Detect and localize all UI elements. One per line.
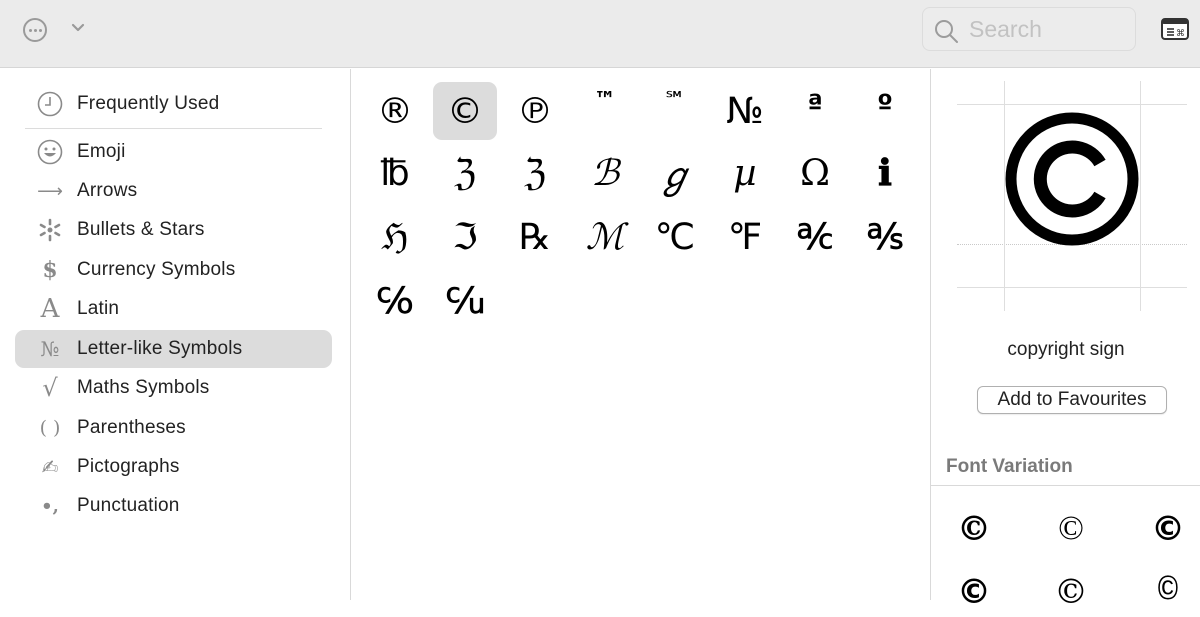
- svg-text:⌘: ⌘: [1176, 29, 1185, 39]
- sidebar-item-label: Latin: [77, 298, 120, 319]
- sidebar-item-pictographs[interactable]: ✍ Pictographs: [15, 448, 332, 486]
- sidebar-item-label: Frequently Used: [77, 93, 220, 114]
- font-variation-cell[interactable]: ©: [1143, 567, 1193, 617]
- sidebar-item-arrows[interactable]: ⟶ Arrows: [15, 172, 332, 210]
- add-to-favourites-button[interactable]: Add to Favourites: [977, 386, 1167, 414]
- ascender-guide: [957, 104, 1187, 105]
- character-cell[interactable]: ℹ: [853, 144, 917, 202]
- search-field[interactable]: [922, 7, 1136, 51]
- sidebar-item-label: Punctuation: [77, 495, 180, 516]
- font-variation-cell[interactable]: ©: [1143, 504, 1193, 554]
- smiley-icon: [37, 139, 63, 165]
- character-cell[interactable]: ℞: [503, 208, 567, 266]
- character-cell[interactable]: ℌ: [363, 208, 427, 266]
- square-root-icon: √: [42, 374, 58, 402]
- search-input[interactable]: [969, 14, 1129, 44]
- character-cell[interactable]: ℨ: [433, 144, 497, 202]
- character-grid: ® © ℗ ™ ℠ № ª º ℔ ℨ ℨ ℬ ℊ µ Ω ℹ ℌ ℑ ℞ ℳ …: [352, 69, 929, 600]
- character-cell[interactable]: ®: [363, 82, 427, 140]
- category-sidebar: Frequently Used Emoji ⟶ Arrows Bullets &…: [0, 69, 351, 600]
- latin-a-icon: A: [40, 294, 60, 324]
- character-cell[interactable]: ℔: [363, 144, 427, 202]
- sidebar-divider: [25, 128, 322, 129]
- character-cell[interactable]: µ: [713, 144, 777, 202]
- font-variation-divider: [931, 485, 1200, 486]
- font-variation-cell[interactable]: ©: [1046, 567, 1096, 617]
- character-cell[interactable]: Ω: [783, 144, 847, 202]
- arrow-right-icon: ⟶: [37, 180, 63, 202]
- asterisk-icon: [37, 217, 63, 243]
- sidebar-item-label: Bullets & Stars: [77, 219, 205, 240]
- sidebar-item-letter-like-symbols[interactable]: № Letter-like Symbols: [15, 330, 332, 368]
- right-bearing-guide: [1140, 81, 1141, 311]
- keyboard-viewer-icon[interactable]: ⌘: [1161, 17, 1189, 41]
- character-cell[interactable]: ™: [573, 82, 637, 140]
- sidebar-item-label: Currency Symbols: [77, 259, 236, 280]
- descender-guide: [957, 287, 1187, 288]
- character-cell[interactable]: ℑ: [433, 208, 497, 266]
- character-cell[interactable]: ℁: [853, 208, 917, 266]
- sidebar-item-label: Letter-like Symbols: [77, 338, 243, 359]
- character-cell[interactable]: №: [713, 82, 777, 140]
- character-cell[interactable]: ℃: [643, 208, 707, 266]
- sidebar-item-frequently-used[interactable]: Frequently Used: [15, 85, 332, 123]
- character-cell[interactable]: º: [853, 82, 917, 140]
- character-name: copyright sign: [1007, 339, 1125, 360]
- writing-hand-icon: ✍: [41, 455, 59, 479]
- toolbar: ⌘: [0, 0, 1200, 68]
- sidebar-item-label: Pictographs: [77, 456, 180, 477]
- character-cell[interactable]: ℠: [643, 82, 707, 140]
- ellipsis-circle-icon[interactable]: [23, 18, 47, 42]
- character-detail-panel: copyright sign Add to Favourites Font Va…: [930, 69, 1200, 612]
- clock-icon: [37, 91, 63, 117]
- font-variation-cell[interactable]: ©: [949, 504, 999, 554]
- sidebar-item-maths-symbols[interactable]: √ Maths Symbols: [15, 369, 332, 407]
- character-cell[interactable]: ℅: [363, 272, 427, 330]
- sidebar-item-currency-symbols[interactable]: $ Currency Symbols: [15, 251, 332, 289]
- character-cell[interactable]: ℗: [503, 82, 567, 140]
- sidebar-item-emoji[interactable]: Emoji: [15, 133, 332, 171]
- glyph-preview: [957, 81, 1187, 311]
- parentheses-icon: ( ): [39, 417, 61, 439]
- character-cell[interactable]: ℳ: [573, 208, 637, 266]
- punctuation-icon: •,: [41, 495, 59, 517]
- character-cell[interactable]: ℨ: [503, 144, 567, 202]
- character-cell[interactable]: ℊ: [643, 144, 707, 202]
- sidebar-item-punctuation[interactable]: •, Punctuation: [15, 487, 332, 525]
- character-cell[interactable]: ℆: [433, 272, 497, 330]
- character-cell[interactable]: ℀: [783, 208, 847, 266]
- character-cell-selected[interactable]: ©: [433, 82, 497, 140]
- sidebar-item-label: Emoji: [77, 141, 126, 162]
- character-cell[interactable]: ℉: [713, 208, 777, 266]
- sidebar-item-bullets-stars[interactable]: Bullets & Stars: [15, 211, 332, 249]
- sidebar-item-label: Maths Symbols: [77, 377, 210, 398]
- numero-icon: №: [40, 337, 60, 361]
- sidebar-item-latin[interactable]: A Latin: [15, 290, 332, 328]
- character-cell[interactable]: ª: [783, 82, 847, 140]
- sidebar-item-label: Parentheses: [77, 417, 186, 438]
- sidebar-item-label: Arrows: [77, 180, 138, 201]
- character-cell[interactable]: ℬ: [573, 144, 637, 202]
- chevron-down-icon[interactable]: [70, 20, 86, 36]
- font-variation-heading: Font Variation: [946, 456, 1073, 477]
- search-icon: [935, 20, 958, 43]
- font-variation-cell[interactable]: ©: [1046, 504, 1096, 554]
- font-variation-cell[interactable]: ©: [949, 567, 999, 617]
- dollar-icon: $: [42, 257, 58, 283]
- sidebar-item-parentheses[interactable]: ( ) Parentheses: [15, 409, 332, 447]
- copyright-glyph: [1005, 112, 1139, 246]
